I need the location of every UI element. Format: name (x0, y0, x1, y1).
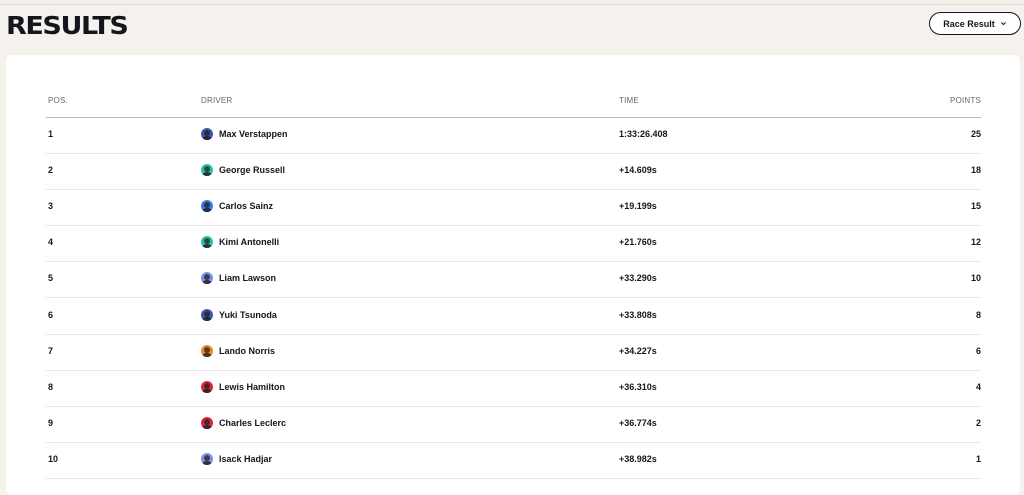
results-card: POS. DRIVER TIME POINTS 1 Max Verstappen 1… (6, 55, 1020, 495)
driver-name[interactable]: Yuki Tsunoda (219, 310, 277, 320)
time-cell: +34.227s (619, 334, 859, 371)
points-cell: 10 (859, 261, 981, 299)
position-cell: 3 (46, 189, 201, 227)
driver-avatar (201, 199, 213, 212)
driver-name[interactable]: Liam Lawson (219, 273, 276, 283)
table-row[interactable]: 9 Charles Leclerc +36.774s 2 (46, 406, 981, 444)
driver-info: Kimi Antonelli (201, 236, 619, 251)
race-result-dropdown[interactable]: Race Result (929, 12, 1021, 35)
column-header-driver: DRIVER (201, 83, 619, 118)
driver-avatar (201, 308, 213, 321)
driver-name[interactable]: Kimi Antonelli (219, 237, 279, 247)
results-table: POS. DRIVER TIME POINTS 1 Max Verstappen 1… (46, 83, 981, 480)
table-row[interactable]: 10 Isack Hadjar +38.982s 1 (46, 442, 981, 480)
points-cell: 4 (859, 370, 981, 408)
dropdown-label: Race Result (943, 18, 995, 29)
driver-info: Isack Hadjar (201, 453, 619, 468)
table-row[interactable]: 8 Lewis Hamilton +36.310s 4 (46, 370, 981, 408)
driver-cell: George Russell (201, 153, 619, 190)
driver-cell: Charles Leclerc (201, 406, 619, 444)
time-cell: +14.609s (619, 153, 859, 190)
driver-name[interactable]: Carlos Sainz (219, 201, 273, 211)
driver-info: Charles Leclerc (201, 417, 619, 432)
driver-avatar (201, 453, 213, 466)
driver-name[interactable]: Isack Hadjar (219, 454, 272, 464)
points-cell: 6 (859, 334, 981, 371)
driver-info: George Russell (201, 163, 619, 179)
driver-cell: Liam Lawson (201, 261, 619, 299)
driver-avatar (201, 236, 213, 249)
driver-cell: Carlos Sainz (201, 189, 619, 227)
column-header-pos: POS. (46, 83, 201, 118)
table-row[interactable]: 6 Yuki Tsunoda +33.808s 8 (46, 297, 981, 335)
time-cell: +21.760s (619, 225, 859, 263)
table-row[interactable]: 5 Liam Lawson +33.290s 10 (46, 261, 981, 299)
driver-info: Max Verstappen (201, 127, 619, 143)
position-cell: 6 (46, 297, 201, 335)
column-header-time: TIME (619, 83, 859, 118)
position-cell: 10 (46, 442, 201, 480)
driver-info: Lando Norris (201, 344, 619, 360)
table-row[interactable]: 1 Max Verstappen 1:33:26.408 25 (46, 117, 981, 154)
position-cell: 5 (46, 261, 201, 299)
points-cell: 15 (859, 189, 981, 227)
points-cell: 1 (859, 442, 981, 480)
driver-avatar (201, 272, 213, 285)
time-cell: +38.982s (619, 442, 859, 480)
driver-cell: Lando Norris (201, 334, 619, 371)
driver-cell: Lewis Hamilton (201, 370, 619, 408)
table-row[interactable]: 7 Lando Norris +34.227s 6 (46, 334, 981, 371)
driver-cell: Kimi Antonelli (201, 225, 619, 263)
time-cell: +36.774s (619, 406, 859, 444)
position-cell: 9 (46, 406, 201, 444)
time-cell: 1:33:26.408 (619, 117, 859, 154)
driver-info: Lewis Hamilton (201, 380, 619, 396)
driver-avatar (201, 127, 213, 140)
driver-avatar (201, 417, 213, 430)
driver-name[interactable]: George Russell (219, 165, 285, 175)
position-cell: 1 (46, 117, 201, 154)
driver-cell: Isack Hadjar (201, 442, 619, 480)
position-cell: 2 (46, 153, 201, 190)
driver-avatar (201, 380, 213, 393)
table-header-row: POS. DRIVER TIME POINTS (46, 83, 981, 118)
table-row[interactable]: 3 Carlos Sainz +19.199s 15 (46, 189, 981, 227)
position-cell: 4 (46, 225, 201, 263)
position-cell: 8 (46, 370, 201, 408)
time-cell: +33.290s (619, 261, 859, 299)
page-title: RESULTS (6, 11, 129, 40)
points-cell: 2 (859, 406, 981, 444)
driver-avatar (201, 344, 213, 357)
table-row[interactable]: 2 George Russell +14.609s 18 (46, 153, 981, 190)
driver-cell: Yuki Tsunoda (201, 297, 619, 335)
points-cell: 25 (859, 117, 981, 154)
driver-info: Yuki Tsunoda (201, 308, 619, 324)
driver-name[interactable]: Lando Norris (219, 346, 275, 356)
time-cell: +36.310s (619, 370, 859, 408)
table-row[interactable]: 4 Kimi Antonelli +21.760s 12 (46, 225, 981, 263)
driver-name[interactable]: Charles Leclerc (219, 418, 286, 428)
driver-cell: Max Verstappen (201, 117, 619, 154)
column-header-points: POINTS (859, 83, 981, 118)
time-cell: +33.808s (619, 297, 859, 335)
time-cell: +19.199s (619, 189, 859, 227)
driver-name[interactable]: Max Verstappen (219, 129, 288, 139)
points-cell: 18 (859, 153, 981, 190)
driver-avatar (201, 163, 213, 176)
points-cell: 12 (859, 225, 981, 263)
top-divider (0, 4, 1024, 5)
driver-info: Liam Lawson (201, 272, 619, 287)
driver-info: Carlos Sainz (201, 199, 619, 215)
points-cell: 8 (859, 297, 981, 335)
driver-name[interactable]: Lewis Hamilton (219, 382, 285, 392)
chevron-down-icon (1000, 20, 1007, 27)
position-cell: 7 (46, 334, 201, 371)
results-table-body: 1 Max Verstappen 1:33:26.408 25 2 George Russ… (46, 117, 981, 480)
